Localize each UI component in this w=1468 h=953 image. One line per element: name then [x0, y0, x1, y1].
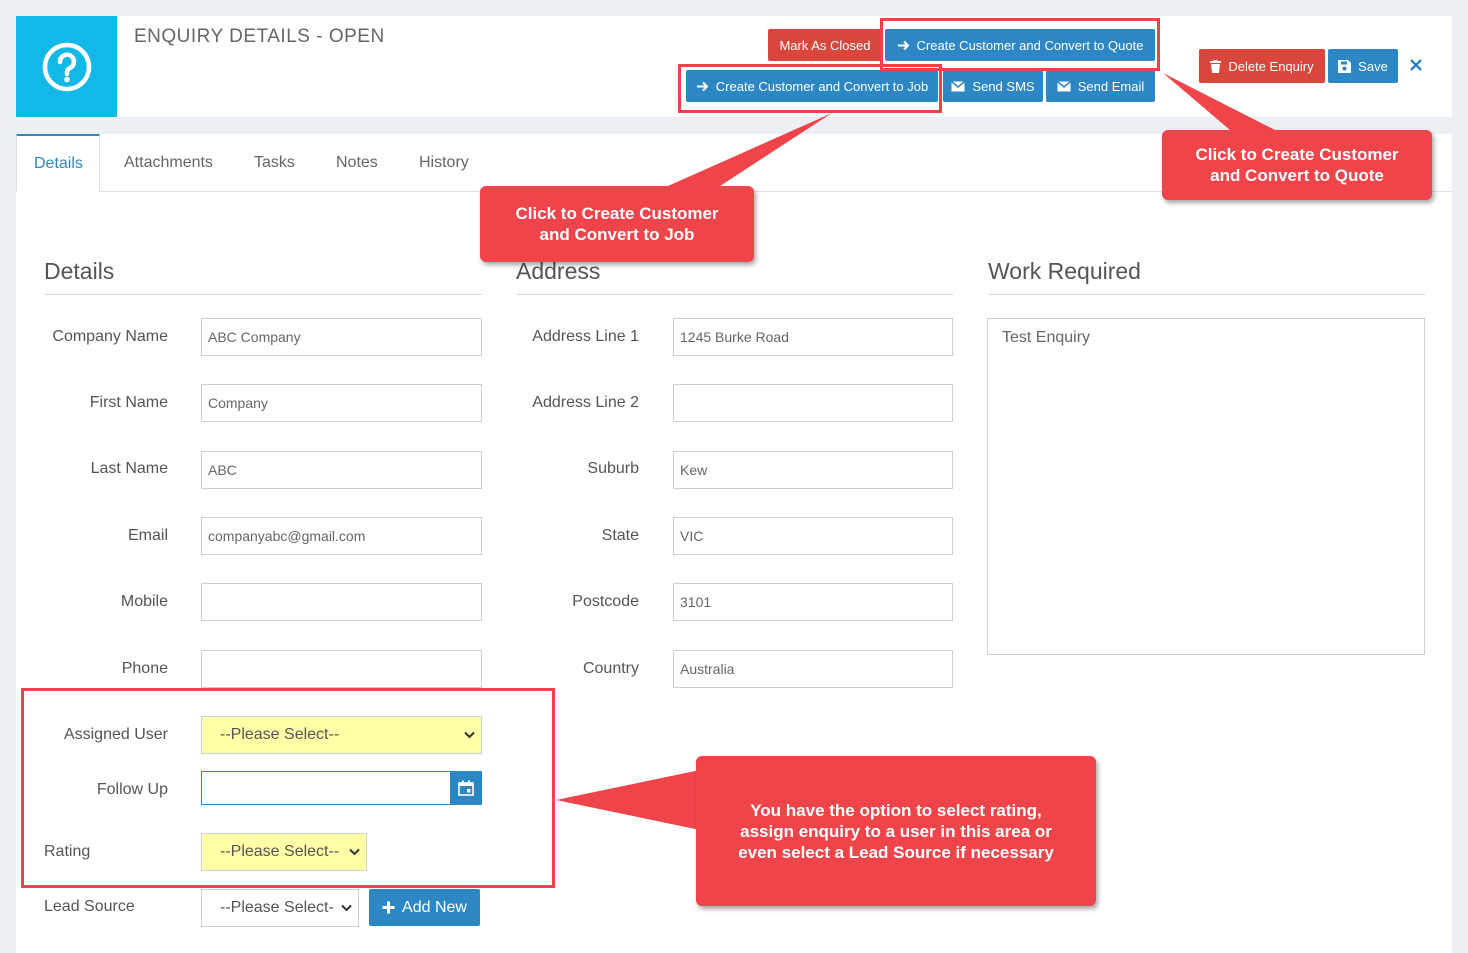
callout-rating-line-2: assign enquiry to a user in this area or	[740, 821, 1052, 841]
convert-quote-callout: Click to Create Customer and Convert to …	[1162, 130, 1432, 200]
callout-quote-line-1: Click to Create Customer	[1195, 145, 1399, 164]
callout-job-line-1: Click to Create Customer	[515, 204, 719, 223]
callout-job-line-2: and Convert to Job	[539, 225, 695, 244]
assign-rating-callout: You have the option to select rating, as…	[696, 756, 1096, 906]
callout-quote-line-2: and Convert to Quote	[1210, 166, 1384, 185]
callout-rating-line-3: even select a Lead Source if necessary	[738, 842, 1054, 862]
convert-job-callout: Click to Create Customer and Convert to …	[480, 186, 754, 262]
callout-rating-line-1: You have the option to select rating,	[750, 800, 1042, 820]
